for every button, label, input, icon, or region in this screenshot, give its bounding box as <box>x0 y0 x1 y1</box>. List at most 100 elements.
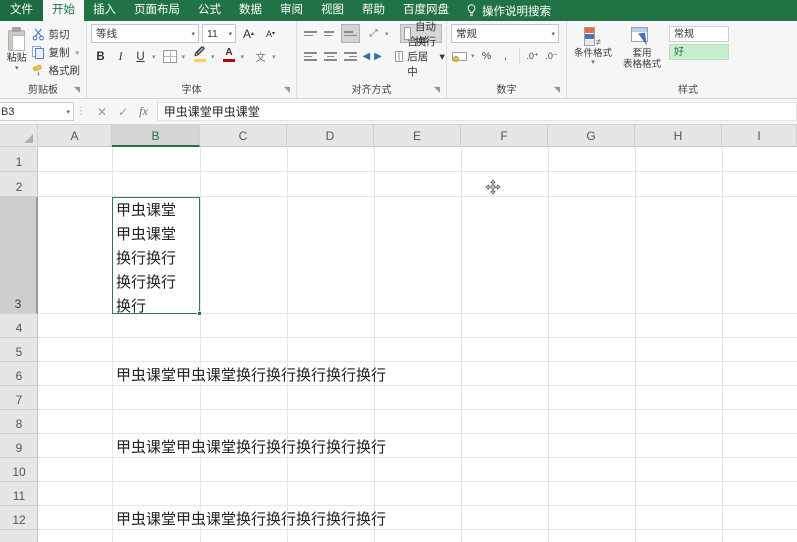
tell-me-search[interactable]: 操作说明搜索 <box>458 0 559 21</box>
font-size-combo[interactable]: 11 ▾ <box>202 24 236 43</box>
ribbon-tab-page-layout[interactable]: 页面布局 <box>125 0 189 21</box>
formula-input[interactable]: 甲虫课堂甲虫课堂 <box>156 102 797 121</box>
cells-area[interactable]: 甲虫课堂 甲虫课堂 换行换行 换行换行 换行 甲虫课堂甲虫课堂换行换行换行换行换行 甲虫课堂… <box>38 147 797 542</box>
row-header-10[interactable]: 10 <box>0 458 38 482</box>
format-as-table-button[interactable]: 套用 表格格式 <box>617 24 667 70</box>
underline-button[interactable]: U <box>131 47 150 66</box>
row-header-3[interactable]: 3 <box>0 197 38 314</box>
increase-decimal-button[interactable]: .0⁺ <box>524 47 542 65</box>
align-middle-icon <box>322 27 339 41</box>
font-color-button[interactable]: A <box>220 47 239 66</box>
cell-overflow-text-row-12: 甲虫课堂甲虫课堂换行换行换行换行换行 <box>116 510 387 528</box>
row-header-7[interactable]: 7 <box>0 386 38 410</box>
row-header-5[interactable]: 5 <box>0 338 38 362</box>
row-header-2[interactable]: 2 <box>0 172 38 197</box>
row-header-9[interactable]: 9 <box>0 434 38 458</box>
orientation-button[interactable]: ⤢ <box>364 24 383 43</box>
copy-button[interactable]: 复制 ▾ <box>30 44 83 61</box>
font-dialog-launcher[interactable]: ◥ <box>284 83 290 97</box>
orientation-dropdown-caret[interactable]: ▾ <box>383 30 391 38</box>
row-header-11[interactable]: 11 <box>0 482 38 506</box>
column-header-d[interactable]: D <box>287 125 374 147</box>
align-middle-button[interactable] <box>321 24 340 43</box>
ribbon-tab-help[interactable]: 帮助 <box>353 0 394 21</box>
borders-dropdown-caret[interactable]: ▾ <box>180 53 188 61</box>
column-header-b[interactable]: B <box>112 125 200 147</box>
increase-font-size-button[interactable]: A ▴ <box>239 24 258 43</box>
font-color-dropdown-caret[interactable]: ▾ <box>239 53 247 61</box>
chevron-down-icon[interactable]: ▾ <box>225 30 232 38</box>
row-header-8[interactable]: 8 <box>0 410 38 434</box>
chevron-down-icon[interactable]: ▾ <box>66 108 73 116</box>
active-cell-selection[interactable] <box>112 197 202 316</box>
number-format-combo[interactable]: 常规 ▾ <box>451 24 559 43</box>
conditional-dropdown-caret[interactable]: ▾ <box>591 59 595 66</box>
column-header-f[interactable]: F <box>461 125 548 147</box>
align-bottom-button[interactable] <box>341 24 360 43</box>
ribbon-tab-insert[interactable]: 插入 <box>84 0 125 21</box>
align-top-button[interactable] <box>301 24 320 43</box>
fill-color-dropdown-caret[interactable]: ▾ <box>209 53 217 61</box>
ribbon-tab-data[interactable]: 数据 <box>230 0 271 21</box>
chevron-down-icon[interactable]: ▾ <box>188 30 195 38</box>
grid-row-line <box>38 337 797 338</box>
grid-row-line <box>38 433 797 434</box>
ribbon-tab-file[interactable]: 文件 <box>0 0 43 21</box>
decrease-indent-button[interactable]: ◀ <box>361 49 372 64</box>
cell-style-normal[interactable]: 常规 <box>669 26 729 42</box>
row-header-1[interactable]: 1 <box>0 147 38 172</box>
merge-dropdown-caret[interactable]: ▾ <box>440 51 445 63</box>
decrease-decimal-button[interactable]: .0⁻ <box>543 47 561 65</box>
insert-function-icon[interactable]: fx <box>139 104 148 119</box>
ribbon-tab-formulas[interactable]: 公式 <box>189 0 230 21</box>
decrease-font-size-button[interactable]: A ▾ <box>261 24 280 43</box>
font-group-label: 字体 ◥ <box>91 84 292 98</box>
increase-indent-button[interactable]: ▶ <box>373 49 384 64</box>
paste-dropdown-caret[interactable]: ▾ <box>15 65 19 72</box>
clipboard-dialog-launcher[interactable]: ◥ <box>74 83 80 97</box>
select-all-button[interactable] <box>0 125 38 147</box>
comma-style-button[interactable]: , <box>497 47 515 65</box>
bold-button[interactable]: B <box>91 47 110 66</box>
alignment-dialog-launcher[interactable]: ◥ <box>434 83 440 97</box>
row-header-6[interactable]: 6 <box>0 362 38 386</box>
format-painter-button[interactable]: 格式刷 <box>30 62 83 79</box>
cell-style-good[interactable]: 好 <box>669 44 729 60</box>
phonetic-guide-button[interactable]: 文 <box>251 47 270 66</box>
number-dialog-launcher[interactable]: ◥ <box>554 83 560 97</box>
row-headers: 1 2 3 4 5 6 7 8 9 10 11 12 <box>0 147 38 542</box>
ribbon-tab-view[interactable]: 视图 <box>312 0 353 21</box>
confirm-icon[interactable]: ✓ <box>118 105 128 119</box>
phonetic-dropdown-caret[interactable]: ▾ <box>270 53 278 61</box>
ribbon-tab-review[interactable]: 审阅 <box>271 0 312 21</box>
conditional-formatting-button[interactable]: ≠ 条件格式 ▾ <box>571 24 615 66</box>
percent-style-button[interactable]: % <box>478 47 496 65</box>
row-header-12[interactable]: 12 <box>0 506 38 530</box>
align-right-button[interactable] <box>341 47 360 66</box>
borders-button[interactable] <box>161 47 180 66</box>
font-name-combo[interactable]: 等线 ▾ <box>91 24 199 43</box>
column-header-c[interactable]: C <box>200 125 287 147</box>
name-box[interactable]: B3 ▾ <box>0 102 74 121</box>
paste-button[interactable]: 粘贴 ▾ <box>4 24 30 72</box>
accounting-format-button[interactable] <box>451 47 469 65</box>
italic-button[interactable]: I <box>111 47 130 66</box>
column-header-i[interactable]: I <box>722 125 797 147</box>
merge-center-button[interactable]: 合并后居中 ▾ <box>392 36 446 78</box>
column-header-a[interactable]: A <box>38 125 112 147</box>
fill-color-button[interactable]: 🖉 <box>190 47 209 66</box>
cancel-icon[interactable]: ✕ <box>97 105 107 119</box>
column-header-e[interactable]: E <box>374 125 461 147</box>
cut-button[interactable]: 剪切 <box>30 26 83 43</box>
column-header-g[interactable]: G <box>548 125 635 147</box>
copy-dropdown-caret[interactable]: ▾ <box>76 49 80 57</box>
underline-dropdown-caret[interactable]: ▾ <box>150 53 158 61</box>
align-left-button[interactable] <box>301 47 320 66</box>
fill-handle[interactable] <box>197 311 202 316</box>
chevron-down-icon[interactable]: ▾ <box>548 30 555 38</box>
ribbon-tab-home[interactable]: 开始 <box>43 0 84 21</box>
column-header-h[interactable]: H <box>635 125 722 147</box>
accounting-dropdown-caret[interactable]: ▾ <box>469 52 477 60</box>
row-header-4[interactable]: 4 <box>0 314 38 338</box>
align-center-button[interactable] <box>321 47 340 66</box>
